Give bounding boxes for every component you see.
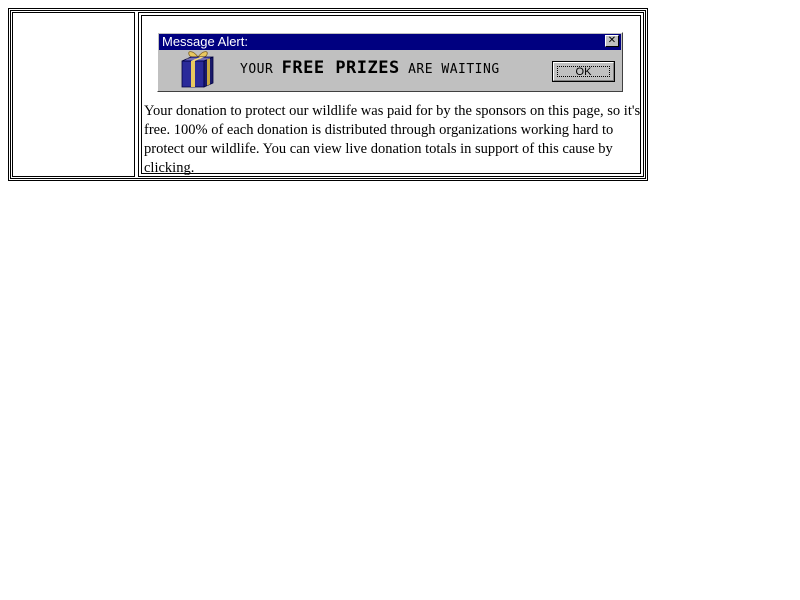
gift-box-icon bbox=[181, 51, 214, 88]
right-cell: Message Alert: ✕ YOUR FREE PRIZES ARE WA… bbox=[138, 12, 644, 177]
ad-message-highlight: FREE PRIZES bbox=[281, 58, 400, 78]
banner-ad[interactable]: Message Alert: ✕ YOUR FREE PRIZES ARE WA… bbox=[157, 32, 623, 92]
ok-label: OK bbox=[575, 66, 592, 78]
ok-button-bevel: OK bbox=[553, 62, 614, 81]
layout-table: Message Alert: ✕ YOUR FREE PRIZES ARE WA… bbox=[8, 8, 648, 181]
ok-button[interactable]: OK bbox=[552, 61, 615, 82]
ad-message-suffix: ARE WAITING bbox=[408, 62, 500, 77]
ad-titlebar: Message Alert: ✕ bbox=[159, 34, 621, 50]
ad-message: YOUR FREE PRIZES ARE WAITING bbox=[240, 58, 500, 80]
left-cell bbox=[12, 12, 135, 177]
close-icon[interactable]: ✕ bbox=[605, 35, 619, 47]
donation-text: Your donation to protect our wildlife wa… bbox=[144, 103, 641, 176]
ad-message-prefix: YOUR bbox=[240, 62, 274, 77]
